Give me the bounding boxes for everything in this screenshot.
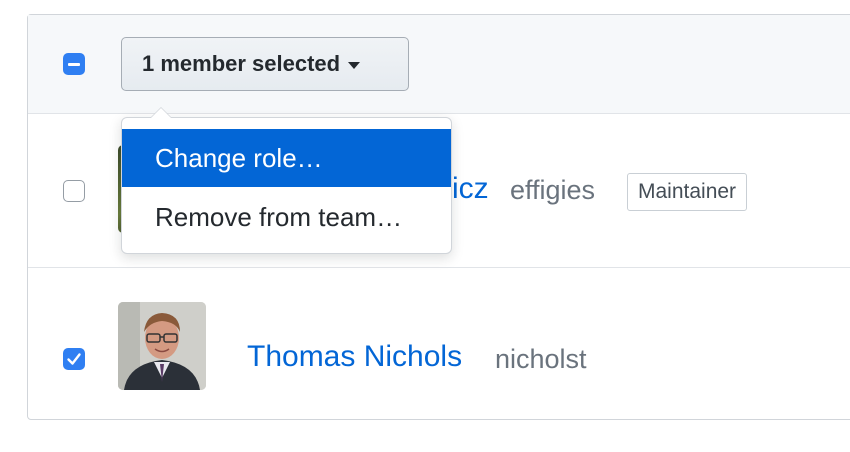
bulk-actions-dropdown-button[interactable]: 1 member selected [121, 37, 409, 91]
bulk-actions-header: 1 member selected [28, 15, 850, 114]
bulk-actions-menu: Change role… Remove from team… [121, 107, 452, 254]
member-name-link[interactable]: icz [452, 172, 489, 206]
member-checkbox[interactable] [63, 348, 85, 370]
member-checkbox[interactable] [63, 180, 85, 202]
role-badge: Maintainer [627, 173, 748, 211]
member-login: nicholst [495, 344, 587, 374]
select-all-checkbox[interactable] [63, 53, 85, 75]
selection-count-label: 1 member selected [142, 51, 341, 76]
member-name-link[interactable]: Thomas Nichols [247, 340, 462, 374]
remove-from-team-menu-item[interactable]: Remove from team… [122, 188, 451, 246]
menu-pointer [150, 107, 172, 118]
avatar[interactable] [118, 302, 206, 390]
checkmark-icon [67, 353, 81, 365]
change-role-menu-item[interactable]: Change role… [122, 129, 451, 187]
caret-down-icon [348, 62, 361, 69]
member-login: effigies [510, 175, 596, 205]
person-photo [118, 302, 206, 390]
member-row: Thomas Nichols nicholst [28, 268, 850, 421]
